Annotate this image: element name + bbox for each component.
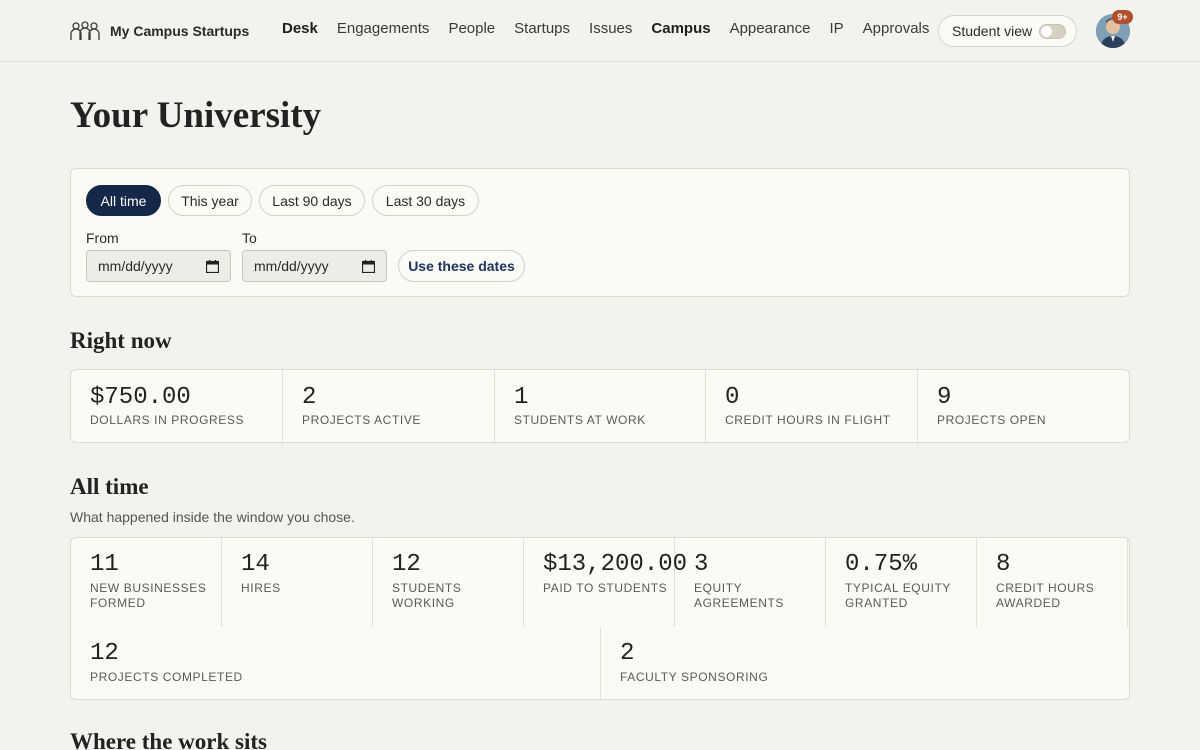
- nav-desk[interactable]: Desk: [282, 20, 318, 37]
- toggle-knob: [1041, 26, 1052, 37]
- stat-label: Projects completed: [90, 670, 243, 684]
- stat-typical-equity-granted: 0.75% Typical equity granted: [826, 538, 977, 627]
- to-date-value: mm/dd/yyyy: [254, 258, 329, 274]
- stat-paid-to-students: $13,200.00 Paid to students: [524, 538, 687, 627]
- range-last-30-days-button[interactable]: Last 30 days: [372, 185, 479, 216]
- stat-label: Credit hours in flight: [725, 413, 891, 427]
- toggle-switch[interactable]: [1039, 24, 1066, 39]
- right-now-heading: Right now: [70, 328, 172, 353]
- all-time-subtitle: What happened inside the window you chos…: [70, 509, 355, 525]
- nav-engagements[interactable]: Engagements: [337, 20, 430, 37]
- stat-value: $750.00: [90, 384, 191, 411]
- range-last-90-days-button[interactable]: Last 90 days: [259, 185, 365, 216]
- stat-projects-completed: 12 Projects completed: [71, 627, 601, 699]
- stat-value: 3: [694, 551, 709, 578]
- student-view-toggle[interactable]: Student view: [938, 15, 1077, 47]
- range-this-year-button[interactable]: This year: [168, 185, 252, 216]
- stat-label: Projects active: [302, 413, 422, 427]
- stat-value: 0.75%: [845, 551, 918, 578]
- stat-label: Paid to students: [543, 581, 668, 595]
- where-the-work-sits-heading: Where the work sits: [70, 729, 267, 750]
- nav-startups[interactable]: Startups: [514, 20, 570, 37]
- page-title: Your University: [70, 95, 322, 136]
- stat-label: Dollars in progress: [90, 413, 245, 427]
- stat-label: Students at work: [514, 413, 646, 427]
- all-time-heading: All time: [70, 474, 149, 499]
- stat-dollars-in-progress: $750.00 Dollars in progress: [71, 370, 283, 442]
- stat-students-at-work: 1 Students at work: [495, 370, 706, 442]
- stat-value: 2: [302, 384, 317, 411]
- stat-value: 12: [392, 551, 421, 578]
- stat-value: 2: [620, 640, 635, 667]
- brand[interactable]: My Campus Startups: [70, 19, 249, 43]
- stat-label: New businesses formed: [90, 581, 207, 610]
- stat-label: Hires: [241, 581, 281, 595]
- stat-label: Students working: [392, 581, 462, 610]
- notification-badge: 9+: [1112, 10, 1133, 24]
- from-date-value: mm/dd/yyyy: [98, 258, 173, 274]
- stat-label: Typical equity granted: [845, 581, 951, 610]
- date-filter-panel: All time This year Last 90 days Last 30 …: [70, 168, 1130, 297]
- stat-new-businesses-formed: 11 New businesses formed: [71, 538, 222, 627]
- stat-hires: 14 Hires: [222, 538, 373, 627]
- main-nav: Desk Engagements People Startups Issues …: [282, 20, 948, 37]
- stat-faculty-sponsoring: 2 Faculty sponsoring: [601, 627, 1129, 699]
- stat-label: Credit hours awarded: [996, 581, 1095, 610]
- nav-approvals[interactable]: Approvals: [863, 20, 930, 37]
- top-navigation-bar: My Campus Startups Desk Engagements Peop…: [0, 0, 1200, 62]
- stat-label: Projects open: [937, 413, 1047, 427]
- range-all-time-button[interactable]: All time: [86, 185, 161, 216]
- to-label: To: [242, 230, 257, 246]
- stat-value: 8: [996, 551, 1011, 578]
- stat-students-working: 12 Students working: [373, 538, 524, 627]
- stat-value: 1: [514, 384, 529, 411]
- people-group-icon: [70, 21, 100, 40]
- to-date-input[interactable]: mm/dd/yyyy: [242, 250, 387, 282]
- stat-value: 9: [937, 384, 952, 411]
- stat-projects-open: 9 Projects open: [918, 370, 1129, 442]
- nav-campus[interactable]: Campus: [651, 20, 710, 37]
- use-these-dates-button[interactable]: Use these dates: [398, 250, 525, 282]
- stat-projects-active: 2 Projects active: [283, 370, 495, 442]
- nav-ip[interactable]: IP: [829, 20, 843, 37]
- brand-name: My Campus Startups: [110, 23, 250, 39]
- stat-label: Faculty sponsoring: [620, 670, 769, 684]
- all-time-stats: 11 New businesses formed 14 Hires 12 Stu…: [70, 537, 1130, 700]
- nav-appearance[interactable]: Appearance: [730, 20, 811, 37]
- stat-value: 0: [725, 384, 740, 411]
- stat-value: 14: [241, 551, 270, 578]
- stat-value: 11: [90, 551, 119, 578]
- stat-label: Equity agreements: [694, 581, 785, 610]
- from-label: From: [86, 230, 119, 246]
- stat-value: $13,200.00: [543, 551, 688, 578]
- right-now-stats: $750.00 Dollars in progress 2 Projects a…: [70, 369, 1130, 443]
- nav-people[interactable]: People: [448, 20, 495, 37]
- stat-equity-agreements: 3 Equity agreements: [675, 538, 826, 627]
- stat-credit-hours-awarded: 8 Credit hours awarded: [977, 538, 1128, 627]
- stat-value: 12: [90, 640, 119, 667]
- from-date-input[interactable]: mm/dd/yyyy: [86, 250, 231, 282]
- nav-issues[interactable]: Issues: [589, 20, 632, 37]
- stat-credit-hours-in-flight: 0 Credit hours in flight: [706, 370, 918, 442]
- student-view-label: Student view: [952, 23, 1033, 39]
- calendar-icon[interactable]: [206, 260, 219, 273]
- calendar-icon[interactable]: [362, 260, 375, 273]
